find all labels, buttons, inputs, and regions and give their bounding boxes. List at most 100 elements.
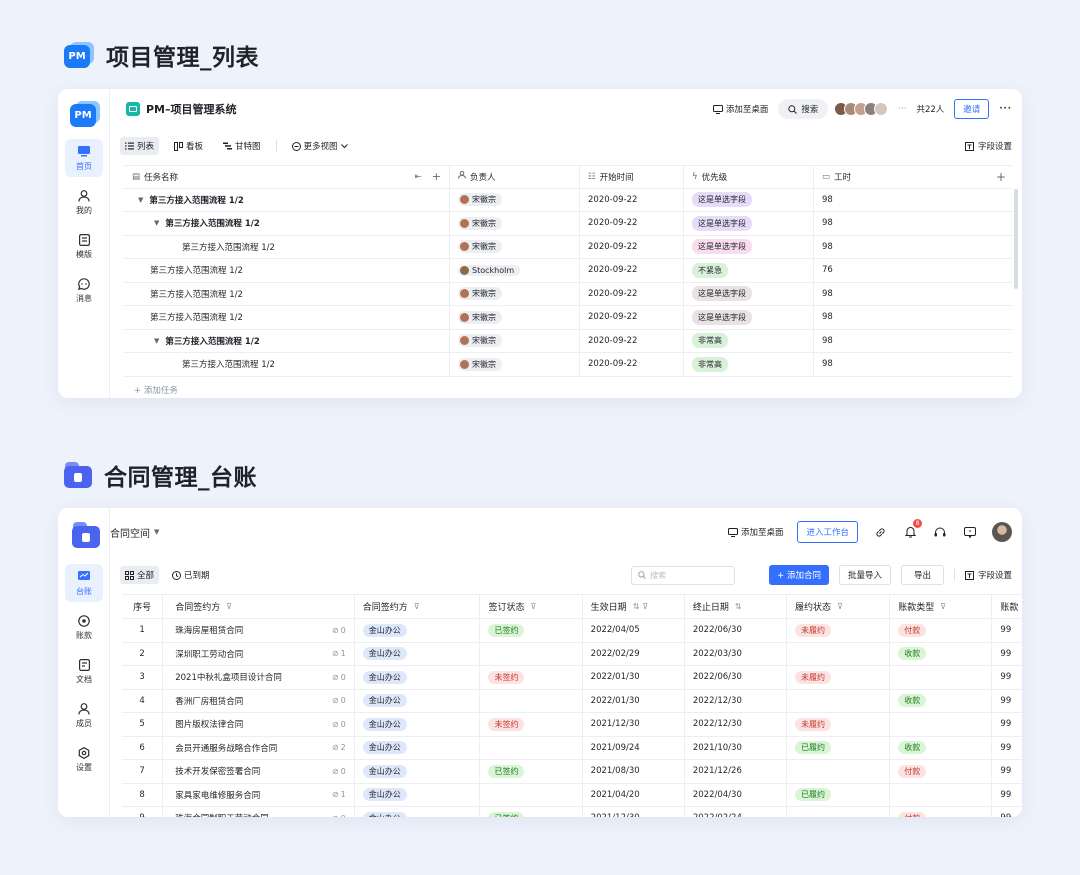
feedback-icon[interactable] (962, 524, 978, 540)
table-row[interactable]: ▼ 第三方接入范围流程 1/2 宋徽宗 2020-09-22 这是单选字段 98 (124, 188, 1012, 212)
row-number-cell[interactable]: 2 (122, 642, 164, 665)
filter-icon[interactable]: ⊽ (226, 602, 232, 611)
start-date-cell[interactable]: 2020-09-22 (580, 282, 684, 305)
col-header-name[interactable]: ▤ 任务名称 ⇤ + (124, 166, 450, 188)
party-cell[interactable]: 金山办公 (355, 713, 481, 736)
nav-item-home[interactable]: 首页 (65, 139, 103, 177)
effective-date-cell[interactable]: 2021/12/30 (583, 807, 685, 817)
hours-cell[interactable]: 98 (814, 236, 990, 259)
task-name-cell[interactable]: ▼ 第三方接入范围流程 1/2 (124, 188, 450, 211)
amount-cell[interactable]: 99 (992, 713, 1022, 736)
party-cell[interactable]: 金山办公 (355, 760, 481, 783)
hours-cell[interactable]: 98 (814, 330, 990, 353)
sign-status-cell[interactable] (480, 642, 583, 665)
priority-cell[interactable]: 这是单选字段 (684, 282, 814, 305)
col-header-amount[interactable]: 账款 (992, 595, 1022, 618)
owner-cell[interactable]: 宋徽宗 (450, 329, 580, 352)
attachment-link[interactable]: ⊘0 (332, 720, 346, 729)
filter-icon[interactable]: ⊽ (837, 602, 843, 611)
priority-cell[interactable]: 这是单选字段 (684, 235, 814, 258)
start-date-cell[interactable]: 2020-09-22 (580, 353, 684, 376)
field-settings-button[interactable]: 字段设置 (964, 140, 1012, 152)
task-name-cell[interactable]: ▼ 第三方接入范围流程 1/2 (124, 329, 450, 352)
attachment-link[interactable]: ⊘ 2 (332, 743, 346, 752)
nav-item-members[interactable]: 成员 (65, 696, 103, 734)
task-name-cell[interactable]: 第三方接入范围流程 1/2 (124, 306, 450, 329)
col-header-effective[interactable]: 生效日期 ⇅ ⊽ (583, 595, 685, 618)
contract-name-cell[interactable]: 2021中秋礼盒项目设计合同 ⊘ 0 (163, 666, 355, 689)
export-button[interactable]: 导出 (900, 565, 944, 585)
party-cell[interactable]: 金山办公 (355, 736, 481, 759)
party-cell[interactable]: 金山办公 (355, 783, 481, 806)
owner-cell[interactable]: 宋徽宗 (450, 353, 580, 376)
payment-type-cell[interactable]: 付款 (890, 619, 993, 642)
row-number-cell[interactable]: 3 (122, 666, 164, 689)
search-button[interactable]: 搜索 (778, 99, 829, 119)
priority-cell[interactable]: 非常高 (684, 353, 814, 376)
hours-cell[interactable]: 98 (814, 353, 990, 376)
col-header-no[interactable]: 序号 (122, 595, 164, 618)
batch-import-button[interactable]: 批量导入 (838, 565, 891, 585)
space-switcher[interactable]: 合同空间 ▼ (110, 525, 159, 540)
sort-icon[interactable]: ⇅ (633, 602, 640, 611)
more-views-dropdown[interactable]: 更多视图 (287, 137, 353, 155)
attachment-link[interactable]: ⊘0 (332, 696, 346, 705)
start-date-cell[interactable]: 2020-09-22 (580, 306, 684, 329)
end-date-cell[interactable]: 2021/12/26 (685, 760, 788, 783)
owner-cell[interactable]: 宋徽宗 (450, 212, 580, 235)
app-logo-icon[interactable]: PM (70, 101, 100, 127)
task-name-cell[interactable]: 第三方接入范围流程 1/2 (124, 259, 450, 282)
attachment-link[interactable]: ⊘ 1 (332, 649, 346, 658)
payment-type-cell[interactable]: 收款 (890, 642, 993, 665)
owner-cell[interactable]: 宋徽宗 (450, 188, 580, 211)
end-date-cell[interactable]: 2022/06/30 (685, 619, 788, 642)
table-row[interactable]: 第三方接入范围流程 1/2 宋徽宗 2020-09-22 非常高 98 (124, 353, 1012, 377)
amount-cell[interactable]: 99 (992, 619, 1022, 642)
tab-gantt[interactable]: 甘特图 (218, 137, 266, 155)
hours-cell[interactable]: 98 (814, 306, 990, 329)
effective-date-cell[interactable]: 2022/01/30 (583, 689, 685, 712)
sign-status-cell[interactable] (480, 783, 583, 806)
sign-status-cell[interactable] (480, 689, 583, 712)
priority-cell[interactable]: 这是单选字段 (684, 188, 814, 211)
party-cell[interactable]: 金山办公 (355, 666, 481, 689)
performance-cell[interactable] (787, 689, 891, 712)
task-name-cell[interactable]: ▼ 第三方接入范围流程 1/2 (124, 212, 450, 235)
member-avatars[interactable] (834, 102, 889, 116)
nav-item-settings[interactable]: 设置 (65, 740, 103, 778)
attachment-link[interactable]: ⊘0 (332, 814, 346, 817)
hours-cell[interactable]: 98 (814, 212, 990, 235)
start-date-cell[interactable]: 2020-09-22 (580, 259, 684, 282)
contract-name-cell[interactable]: 技术开发保密签署合同 ⊘ 0 (163, 760, 355, 783)
end-date-cell[interactable]: 2022/02/24 (685, 807, 788, 817)
payment-type-cell[interactable]: 收款 (890, 689, 993, 712)
search-input[interactable]: 搜索 (631, 565, 736, 585)
table-row[interactable]: 6 会员开通服务战略合作合同 ⊘ 2 金山办公 2021/09/24 2021/10/30 已… (122, 736, 1022, 760)
contract-name-cell[interactable]: 会员开通服务战略合作合同 ⊘ 2 (163, 736, 355, 759)
col-header-party[interactable]: 合同签约方 ⊽ (355, 595, 481, 618)
sign-status-cell[interactable]: 未签约 (480, 666, 583, 689)
nav-item-mine[interactable]: 我的 (65, 183, 103, 221)
filter-icon[interactable]: ⊽ (531, 602, 537, 611)
task-name-cell[interactable]: 第三方接入范围流程 1/2 (124, 282, 450, 305)
table-row[interactable]: 1 珠海房屋租赁合同 ⊘ 0 金山办公 已签约 2022/04/05 2022/06/30 未履… (122, 619, 1022, 643)
col-header-end[interactable]: 终止日期 ⇅ (685, 595, 788, 618)
table-row[interactable]: 7 技术开发保密签署合同 ⊘ 0 金山办公 已签约 2021/08/30 2021/12/26… (122, 760, 1022, 784)
table-row[interactable]: ▼ 第三方接入范围流程 1/2 宋徽宗 2020-09-22 非常高 98 (124, 329, 1012, 353)
end-date-cell[interactable]: 2021/10/30 (685, 736, 788, 759)
col-header-priority[interactable]: ϟ 优先级 (684, 166, 814, 188)
performance-cell[interactable]: 未履约 (787, 666, 891, 689)
table-row[interactable]: 第三方接入范围流程 1/2 宋徽宗 2020-09-22 这是单选字段 98 (124, 235, 1012, 259)
effective-date-cell[interactable]: 2021/12/30 (583, 713, 685, 736)
expand-caret-icon[interactable]: ▼ (154, 219, 159, 227)
table-row[interactable]: 8 家具家电维修服务合同 ⊘ 1 金山办公 2021/04/20 2022/04/30 已履约… (122, 783, 1022, 807)
end-date-cell[interactable]: 2022/03/30 (685, 642, 788, 665)
filter-icon[interactable]: ⊽ (642, 602, 648, 611)
more-menu-button[interactable]: ··· (999, 104, 1012, 114)
owner-cell[interactable]: 宋徽宗 (450, 306, 580, 329)
effective-date-cell[interactable]: 2021/08/30 (583, 760, 685, 783)
table-row[interactable]: 第三方接入范围流程 1/2 宋徽宗 2020-09-22 这是单选字段 98 (124, 306, 1012, 330)
amount-cell[interactable]: 99 (992, 690, 1022, 713)
sign-status-cell[interactable] (480, 736, 583, 759)
contract-name-cell[interactable]: 香洲厂房租赁合同 ⊘ 0 (163, 689, 355, 712)
